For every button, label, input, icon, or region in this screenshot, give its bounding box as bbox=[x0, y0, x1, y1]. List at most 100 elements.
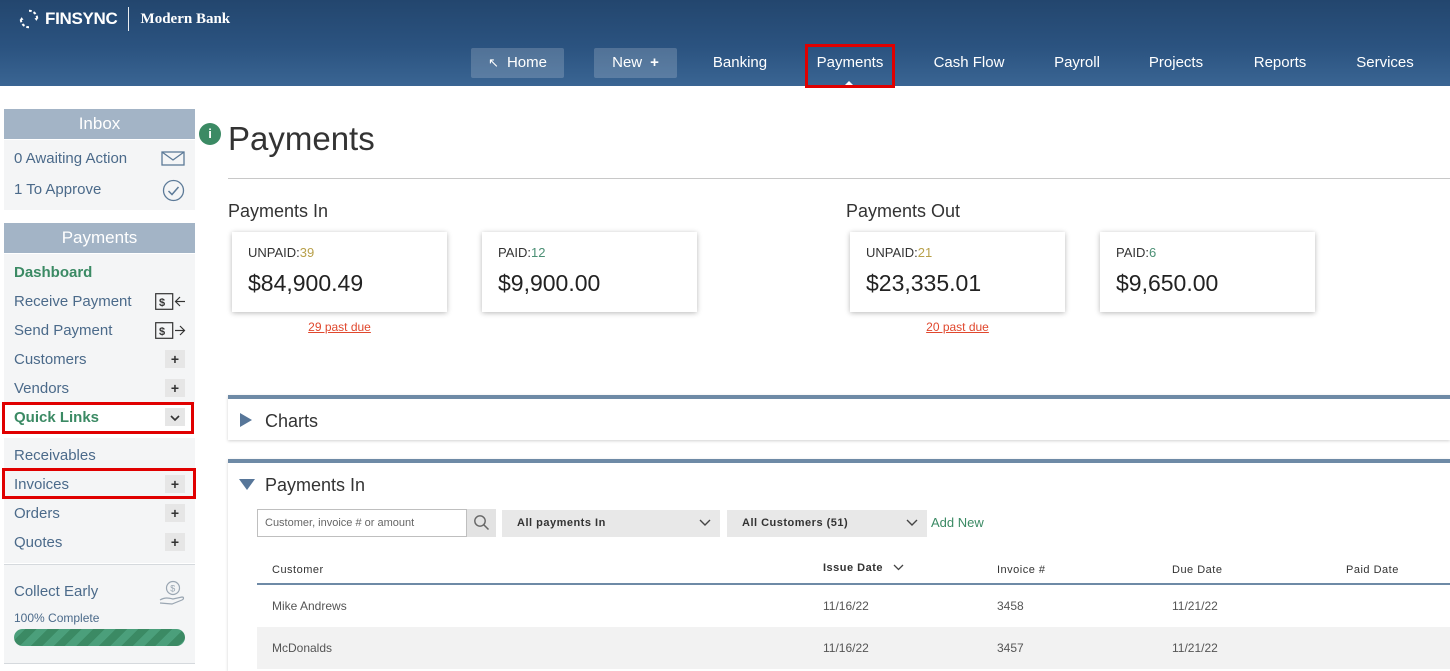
svg-text:$: $ bbox=[159, 326, 165, 338]
sidebar-vendors[interactable]: Vendors bbox=[14, 380, 69, 397]
arrow-up-left-icon: ↖ bbox=[488, 55, 499, 70]
card-label: PAID:6 bbox=[1116, 245, 1156, 260]
column-header-customer[interactable]: Customer bbox=[272, 564, 324, 576]
cell-due-date: 11/21/22 bbox=[1172, 641, 1218, 655]
unpaid-label: UNPAID: bbox=[248, 245, 300, 260]
awaiting-action-link[interactable]: 0 Awaiting Action bbox=[14, 150, 127, 167]
receive-money-icon[interactable]: $ bbox=[155, 293, 186, 310]
collect-progress-label: 100% Complete bbox=[14, 611, 100, 625]
nav-payroll[interactable]: Payroll bbox=[1047, 48, 1107, 78]
add-vendor-button[interactable]: + bbox=[165, 379, 185, 397]
sidebar-orders[interactable]: Orders bbox=[14, 505, 60, 522]
search-button[interactable] bbox=[467, 509, 496, 537]
payments-out-past-due-link[interactable]: 20 past due bbox=[850, 320, 1065, 334]
payments-in-paid-card[interactable]: PAID:12 $9,900.00 bbox=[482, 232, 697, 312]
caret-right-icon bbox=[240, 413, 252, 427]
nav-services[interactable]: Services bbox=[1348, 48, 1422, 78]
unpaid-amount: $23,335.01 bbox=[866, 270, 982, 296]
add-new-link[interactable]: Add New bbox=[931, 515, 984, 530]
sidebar-send-payment[interactable]: Send Payment bbox=[14, 322, 112, 339]
cell-customer: McDonalds bbox=[272, 641, 333, 655]
sidebar-receive-payment[interactable]: Receive Payment bbox=[14, 293, 132, 310]
search-input[interactable]: Customer, invoice # or amount bbox=[257, 509, 467, 537]
bank-name: Modern Bank bbox=[140, 10, 231, 27]
column-header-invoice[interactable]: Invoice # bbox=[997, 564, 1046, 576]
invoices-highlight bbox=[2, 468, 196, 499]
cell-invoice: 3457 bbox=[997, 641, 1024, 655]
svg-text:$: $ bbox=[159, 297, 165, 309]
unpaid-amount: $84,900.49 bbox=[248, 270, 364, 296]
payments-in-heading: Payments In bbox=[228, 201, 329, 221]
plus-icon: + bbox=[170, 505, 180, 521]
column-header-due-date[interactable]: Due Date bbox=[1172, 564, 1222, 576]
sidebar-receivables[interactable]: Receivables bbox=[14, 447, 96, 464]
info-icon[interactable]: i bbox=[199, 123, 221, 145]
paid-label: PAID: bbox=[498, 245, 531, 260]
svg-text:$: $ bbox=[170, 584, 175, 594]
check-circle-icon[interactable] bbox=[162, 179, 185, 202]
payments-out-heading: Payments Out bbox=[846, 201, 961, 221]
to-approve-link[interactable]: 1 To Approve bbox=[14, 181, 101, 198]
cell-due-date: 11/21/22 bbox=[1172, 599, 1218, 613]
nav-home-button[interactable]: ↖ Home bbox=[471, 48, 564, 78]
send-money-icon[interactable]: $ bbox=[155, 322, 186, 339]
cell-issue-date: 11/16/22 bbox=[823, 599, 869, 613]
caret-down-icon[interactable] bbox=[239, 479, 255, 490]
nav-reports[interactable]: Reports bbox=[1246, 48, 1314, 78]
payments-filter-value: All payments In bbox=[517, 517, 606, 529]
column-header-paid-date[interactable]: Paid Date bbox=[1346, 564, 1399, 576]
customers-filter-select[interactable]: All Customers (51) bbox=[727, 510, 927, 537]
cell-issue-date: 11/16/22 bbox=[823, 641, 869, 655]
table-row[interactable]: Mike Andrews 11/16/22 3458 11/21/22 bbox=[257, 585, 1450, 627]
sort-chevron-down-icon bbox=[893, 564, 904, 571]
envelope-icon[interactable] bbox=[161, 151, 185, 166]
table-row[interactable]: McDonalds 11/16/22 3457 11/21/22 bbox=[257, 627, 1450, 669]
nav-new-button[interactable]: New + bbox=[594, 48, 677, 78]
unpaid-count: 39 bbox=[299, 245, 315, 260]
payments-out-unpaid-card[interactable]: UNPAID:21 $23,335.01 bbox=[850, 232, 1065, 312]
payments-filter-select[interactable]: All payments In bbox=[502, 510, 720, 537]
inbox-heading: Inbox bbox=[4, 109, 195, 139]
title-divider bbox=[228, 178, 1450, 179]
paid-amount: $9,900.00 bbox=[498, 270, 601, 296]
paid-amount: $9,650.00 bbox=[1116, 270, 1219, 296]
payments-out-paid-card[interactable]: PAID:6 $9,650.00 bbox=[1100, 232, 1315, 312]
sidebar-divider bbox=[4, 663, 195, 664]
card-label: PAID:12 bbox=[498, 245, 545, 260]
nav-new-label: New bbox=[612, 54, 643, 71]
coin-hand-icon: $ bbox=[159, 580, 185, 605]
sidebar-customers[interactable]: Customers bbox=[14, 351, 87, 368]
quick-links-highlight bbox=[2, 402, 194, 434]
top-navigation-bar: FINSYNC Modern Bank ↖ Home New + Banking P… bbox=[0, 0, 1450, 88]
payments-in-panel-title[interactable]: Payments In bbox=[265, 475, 365, 496]
add-quote-button[interactable]: + bbox=[165, 533, 185, 551]
payments-in-past-due-link[interactable]: 29 past due bbox=[232, 320, 447, 334]
charts-panel[interactable]: Charts bbox=[228, 395, 1450, 440]
paid-count: 6 bbox=[1149, 245, 1157, 260]
sidebar-quotes[interactable]: Quotes bbox=[14, 534, 62, 551]
issue-date-label: Issue Date bbox=[823, 562, 884, 574]
nav-projects[interactable]: Projects bbox=[1142, 48, 1210, 78]
logo-divider bbox=[127, 7, 129, 31]
cell-customer: Mike Andrews bbox=[272, 599, 347, 613]
finsync-logo[interactable]: FINSYNC Modern Bank bbox=[18, 7, 230, 31]
payments-in-unpaid-card[interactable]: UNPAID:39 $84,900.49 bbox=[232, 232, 447, 312]
nav-cash-flow[interactable]: Cash Flow bbox=[926, 48, 1012, 78]
card-label: UNPAID:39 bbox=[248, 245, 314, 260]
plus-icon: + bbox=[170, 534, 180, 550]
nav-home-label: Home bbox=[506, 54, 547, 71]
add-order-button[interactable]: + bbox=[165, 504, 185, 522]
column-header-issue-date[interactable]: Issue Date bbox=[823, 562, 904, 574]
nav-banking[interactable]: Banking bbox=[705, 48, 775, 78]
page-title: Payments bbox=[228, 120, 375, 157]
paid-label: PAID: bbox=[1116, 245, 1149, 260]
customers-filter-value: All Customers (51) bbox=[742, 517, 849, 529]
collect-early-link[interactable]: Collect Early bbox=[14, 583, 98, 600]
add-customer-button[interactable]: + bbox=[165, 350, 185, 368]
plus-icon: + bbox=[650, 54, 659, 71]
unpaid-label: UNPAID: bbox=[866, 245, 918, 260]
plus-icon: + bbox=[170, 351, 180, 367]
sidebar-dashboard[interactable]: Dashboard bbox=[14, 264, 92, 281]
cell-invoice: 3458 bbox=[997, 599, 1024, 613]
paid-count: 12 bbox=[531, 245, 546, 260]
